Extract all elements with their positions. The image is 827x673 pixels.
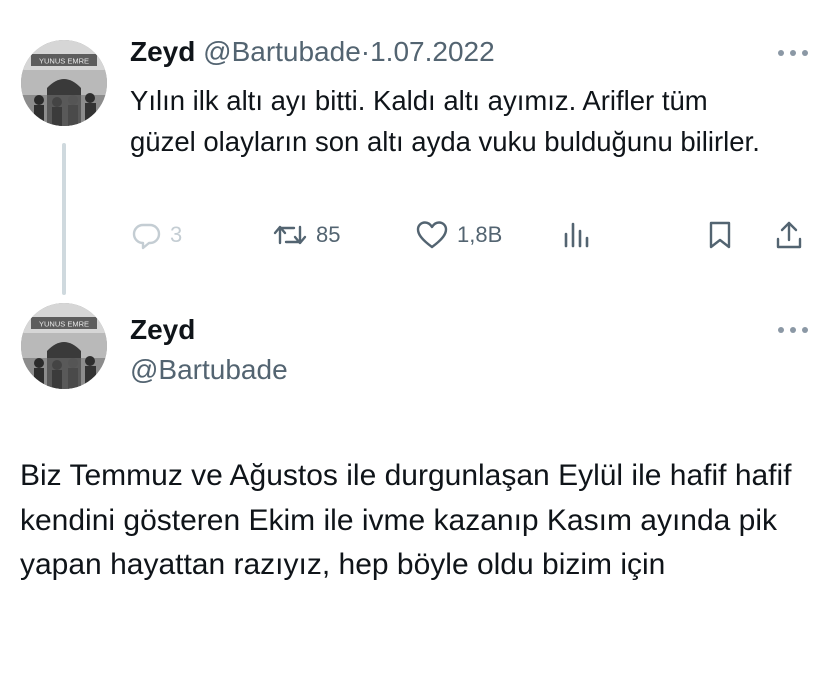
separator-dot: ·: [360, 36, 371, 67]
reply-count: 3: [170, 222, 183, 247]
avatar-photo: YUNUS EMRE: [21, 303, 107, 389]
heart-icon: [416, 221, 448, 249]
tweet-actions: 3 85 1,8B: [0, 214, 827, 256]
more-icon[interactable]: [778, 48, 808, 58]
tweet-text: Yılın ilk altı ayı bitti. Kaldı altı ayı…: [130, 85, 760, 157]
author-handle[interactable]: @Bartubade: [130, 352, 288, 388]
like-count: 1,8B: [457, 222, 503, 247]
avatar[interactable]: YUNUS EMRE: [21, 303, 107, 389]
tweet-text: Biz Temmuz ve Ağustos ile durgunlaşan Ey…: [20, 459, 792, 581]
views-button[interactable]: [561, 214, 591, 256]
avatar-photo: YUNUS EMRE: [21, 40, 107, 126]
reply-icon: [132, 223, 161, 250]
author-name[interactable]: Zeyd: [130, 36, 195, 67]
reply-button[interactable]: 3: [130, 214, 182, 256]
tweet-date[interactable]: 1.07.2022: [370, 36, 495, 67]
views-icon: [564, 222, 589, 248]
avatar-sign-text: YUNUS EMRE: [39, 57, 89, 66]
tweet-header: Zeyd @Bartubade·1.07.2022: [130, 34, 495, 70]
avatar-sign-text: YUNUS EMRE: [39, 320, 89, 329]
share-icon: [776, 221, 802, 249]
bookmark-icon: [709, 221, 731, 249]
avatar[interactable]: YUNUS EMRE: [21, 40, 107, 126]
author-handle[interactable]: @Bartubade: [203, 36, 361, 67]
share-button[interactable]: [774, 214, 804, 256]
like-button[interactable]: 1,8B: [415, 214, 502, 256]
more-icon[interactable]: [778, 325, 808, 335]
retweet-button[interactable]: 85: [272, 214, 340, 256]
author-name[interactable]: Zeyd: [130, 312, 195, 348]
retweet-icon: [273, 225, 307, 245]
bookmark-button[interactable]: [706, 214, 734, 256]
retweet-count: 85: [316, 222, 341, 247]
